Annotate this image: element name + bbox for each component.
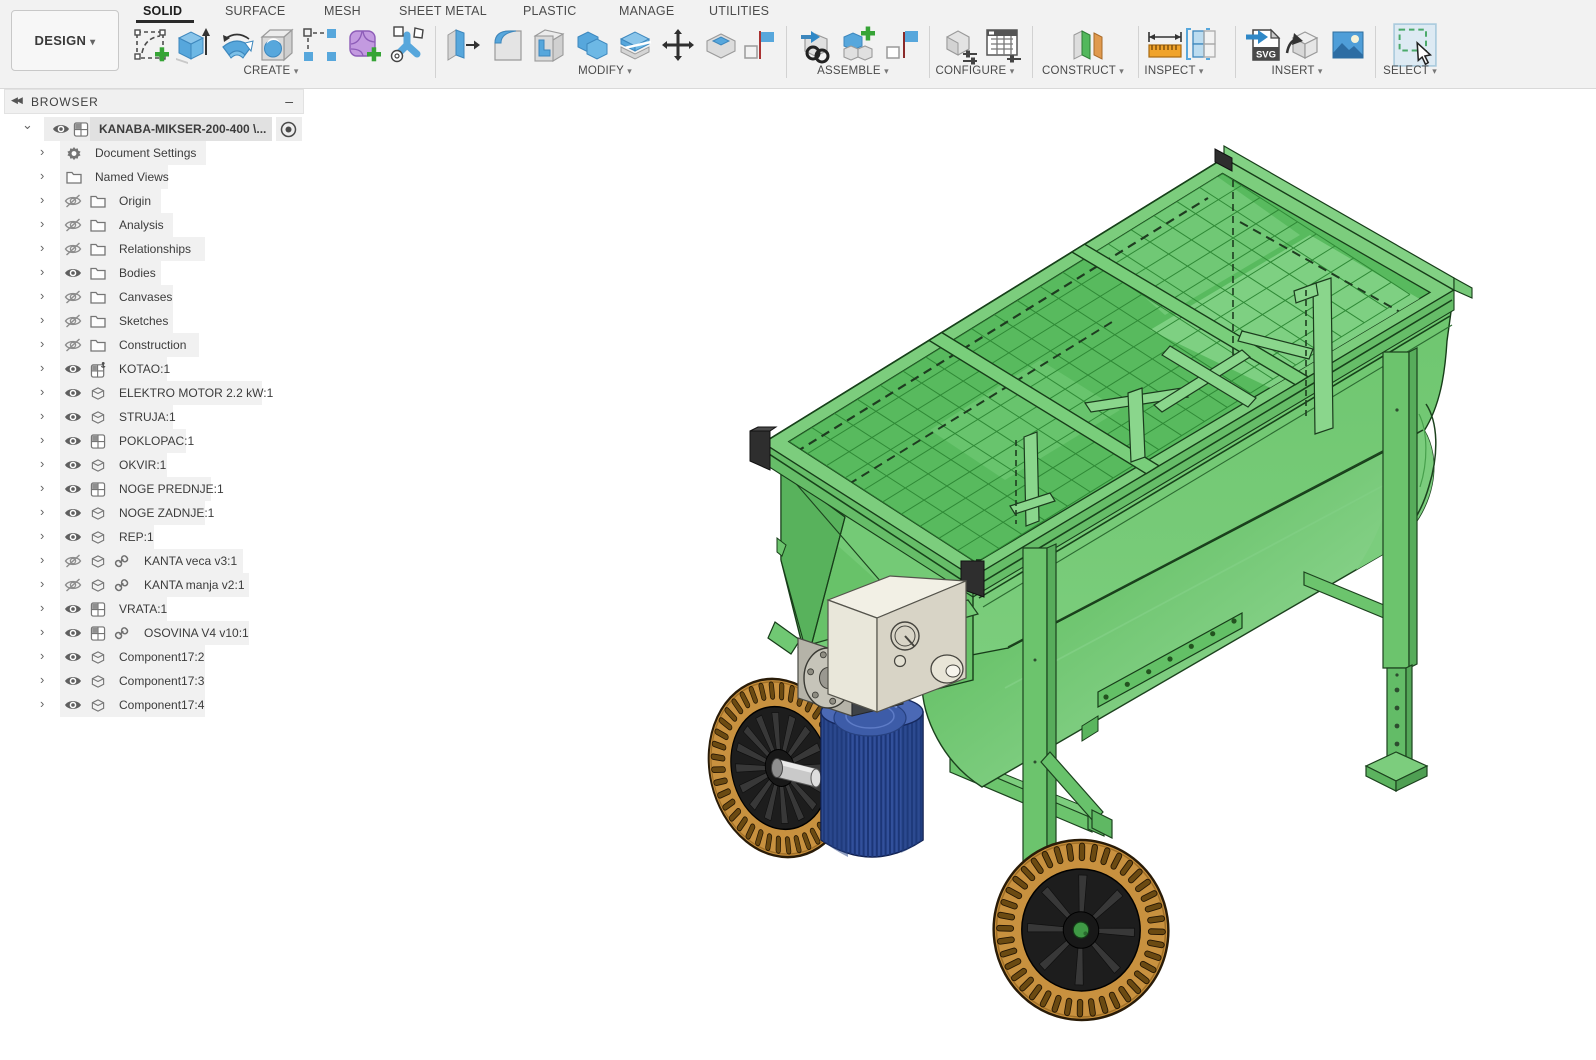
- svg-text:SVG: SVG: [1256, 50, 1276, 61]
